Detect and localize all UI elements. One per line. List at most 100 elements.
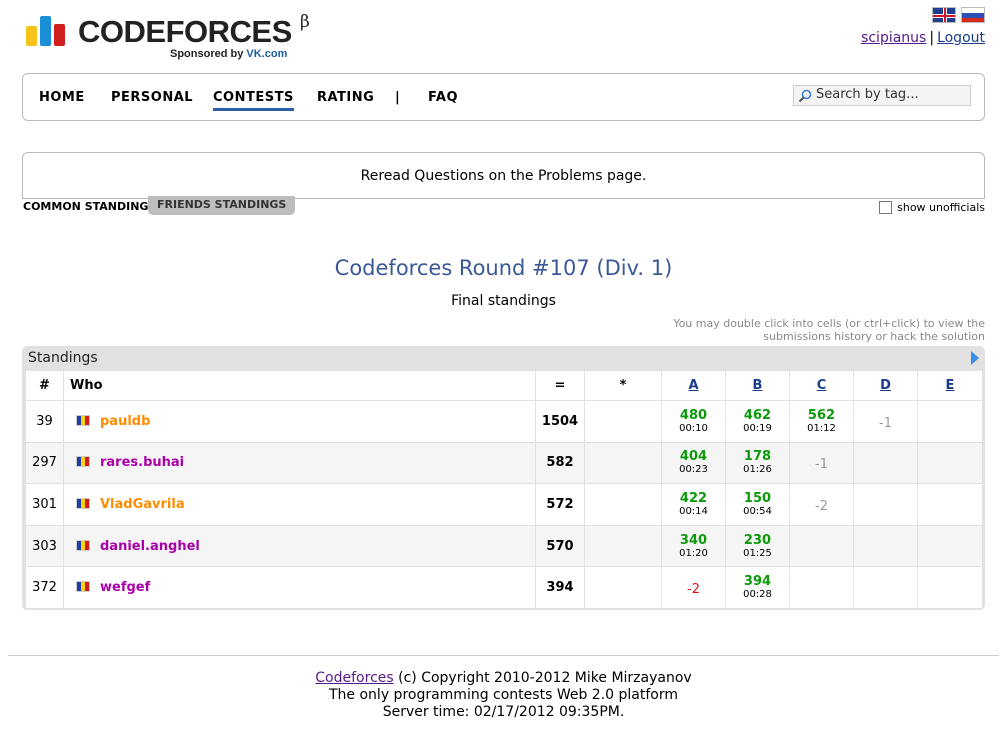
problem-d-link[interactable]: D <box>880 378 891 393</box>
menu-separator: | <box>395 90 401 105</box>
problem-cell[interactable]: 178 01:26 <box>725 441 790 485</box>
problem-cell[interactable]: 480 00:10 <box>661 400 726 443</box>
problem-cell[interactable] <box>917 524 983 568</box>
romania-flag-icon <box>76 581 90 593</box>
problem-cell[interactable]: 562 01:12 <box>789 400 854 443</box>
participant-link[interactable]: pauldb <box>100 414 150 429</box>
rank-cell: 301 <box>25 483 64 526</box>
problem-c-link[interactable]: C <box>817 378 827 393</box>
problem-cell[interactable] <box>917 441 983 485</box>
problem-cell[interactable]: 394 00:28 <box>725 566 790 609</box>
footer-tagline: The only programming contests Web 2.0 pl… <box>329 687 678 703</box>
participant-cell: VladGavrila <box>63 483 536 526</box>
problem-cell[interactable]: 462 00:19 <box>725 400 790 443</box>
problem-cell[interactable] <box>853 566 918 609</box>
submission-time: 00:10 <box>679 422 708 434</box>
problem-b-link[interactable]: B <box>753 378 763 393</box>
problem-cell[interactable] <box>789 566 854 609</box>
logo-beta: β <box>300 12 310 32</box>
problem-cell[interactable]: 404 00:23 <box>661 441 726 485</box>
points-cell: 572 <box>535 483 585 526</box>
menu-item-contests[interactable]: CONTESTS <box>213 90 294 111</box>
table-row: 301 VladGavrila 572 422 00:14 150 00:54 -2 <box>25 483 983 526</box>
show-unofficials-checkbox[interactable] <box>879 201 893 214</box>
footer-copyright: (c) Copyright 2010-2012 Mike Mirzayanov <box>393 670 692 686</box>
logo-bars-icon <box>26 16 68 46</box>
points-cell: 394 <box>535 566 585 609</box>
menu-item-faq[interactable]: FAQ <box>428 90 458 105</box>
codeforces-logo[interactable]: CODEFORCES β Sponsored by VK.com <box>26 12 326 64</box>
search-placeholder: Search by tag... <box>816 87 919 102</box>
problem-cell[interactable]: -1 <box>853 400 918 443</box>
header-points: = <box>535 370 585 401</box>
menu-item-home[interactable]: HOME <box>39 90 85 105</box>
search-input[interactable]: Search by tag... <box>793 85 971 106</box>
submission-time: 00:14 <box>679 505 708 517</box>
points-cell: 582 <box>535 441 585 485</box>
standings-status: Final standings <box>451 293 556 309</box>
problem-cell[interactable]: -2 <box>789 483 854 526</box>
problem-cell[interactable] <box>917 483 983 526</box>
show-unofficials-toggle[interactable]: show unofficials <box>879 201 985 214</box>
standings-box: Standings # Who = * A B C D E 39 pauldb 15… <box>22 346 985 610</box>
header-problem-a: A <box>661 370 726 401</box>
participant-cell: daniel.anghel <box>63 524 536 568</box>
accepted-score: 150 <box>743 490 772 506</box>
footer-codeforces-link[interactable]: Codeforces <box>315 670 393 686</box>
uk-flag-icon[interactable] <box>932 7 956 23</box>
header-rank: # <box>25 370 64 401</box>
problem-cell[interactable] <box>853 483 918 526</box>
participant-cell: wefgef <box>63 566 536 609</box>
penalty-cell <box>584 524 662 568</box>
submission-time: 00:28 <box>743 589 772 601</box>
problem-e-link[interactable]: E <box>946 378 955 393</box>
logout-link[interactable]: Logout <box>937 30 985 46</box>
problem-cell[interactable] <box>853 524 918 568</box>
submission-time: 01:12 <box>807 422 836 434</box>
menu-item-personal[interactable]: PERSONAL <box>111 90 193 105</box>
problem-cell[interactable] <box>917 400 983 443</box>
header-problem-c: C <box>789 370 854 401</box>
logo-text: CODEFORCES <box>78 14 292 49</box>
participant-link[interactable]: wefgef <box>100 580 150 595</box>
footer-server-time: Server time: 02/17/2012 09:35PM. <box>382 704 625 720</box>
expand-arrow-icon[interactable] <box>971 351 979 365</box>
header-who: Who <box>63 370 536 401</box>
table-row: 303 daniel.anghel 570 340 01:20 230 01:25 <box>25 524 983 568</box>
table-row: 297 rares.buhai 582 404 00:23 178 01:26 -1 <box>25 441 983 485</box>
participant-cell: rares.buhai <box>63 441 536 485</box>
accepted-score: 394 <box>743 574 772 590</box>
problem-cell[interactable] <box>853 441 918 485</box>
participant-link[interactable]: rares.buhai <box>100 455 184 470</box>
penalty-cell <box>584 441 662 485</box>
problem-cell[interactable] <box>789 524 854 568</box>
problem-cell[interactable]: 230 01:25 <box>725 524 790 568</box>
table-header-row: # Who = * A B C D E <box>25 370 983 401</box>
header-problem-e: E <box>917 370 983 401</box>
romania-flag-icon <box>76 539 90 551</box>
problem-cell[interactable]: 340 01:20 <box>661 524 726 568</box>
search-icon <box>798 89 812 103</box>
participant-link[interactable]: VladGavrila <box>100 497 185 512</box>
tab-friends-standings[interactable]: FRIENDS STANDINGS <box>148 196 296 215</box>
rejected-attempts: -1 <box>879 415 892 431</box>
accepted-score: 230 <box>743 532 772 548</box>
rank-cell: 303 <box>25 524 64 568</box>
menu-item-rating[interactable]: RATING <box>317 90 374 105</box>
problem-cell[interactable]: -1 <box>789 441 854 485</box>
problem-cell[interactable] <box>917 566 983 609</box>
russia-flag-icon[interactable] <box>961 7 985 23</box>
problem-cell[interactable]: -2 <box>661 566 726 609</box>
participant-link[interactable]: daniel.anghel <box>100 539 200 554</box>
problem-a-link[interactable]: A <box>688 378 698 393</box>
contest-title[interactable]: Codeforces Round #107 (Div. 1) <box>0 256 1007 280</box>
username-link[interactable]: scipianus <box>861 30 926 46</box>
accepted-score: 562 <box>807 407 836 423</box>
tab-common-standings[interactable]: COMMON STANDINGS <box>23 200 156 213</box>
accepted-score: 340 <box>679 532 708 548</box>
problem-cell[interactable]: 422 00:14 <box>661 483 726 526</box>
rejected-attempts: -2 <box>687 582 700 598</box>
table-row: 39 pauldb 1504 480 00:10 462 00:19 562 01:12 -1 <box>25 400 983 443</box>
problem-cell[interactable]: 150 00:54 <box>725 483 790 526</box>
romania-flag-icon <box>76 497 90 509</box>
